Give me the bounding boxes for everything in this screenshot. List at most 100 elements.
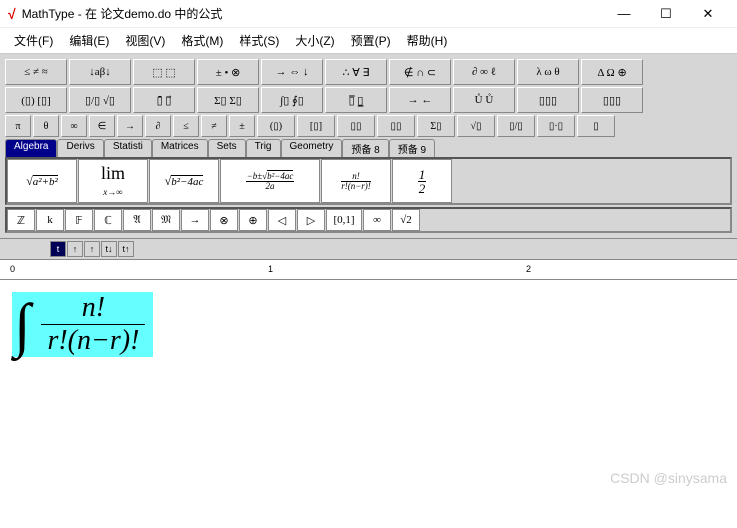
sym-pi[interactable]: π [5,115,31,137]
expr-quadratic[interactable]: −b±√b²−4ac2a [220,159,320,203]
mini-frakA[interactable]: 𝔄 [123,209,151,231]
integral-icon: ∫ [14,295,30,355]
tab-sets[interactable]: Sets [208,139,246,157]
tmpl-sqrtsmall[interactable]: √▯ [457,115,495,137]
tab-derivs[interactable]: Derivs [57,139,103,157]
tmpl-paren[interactable]: (▯) [257,115,295,137]
expr-one-half[interactable]: 12 [392,159,452,203]
sym-in[interactable]: ∈ [89,115,115,137]
tmpl-dot[interactable]: ▯·▯ [537,115,575,137]
tab-reserve-8[interactable]: 预备 8 [342,139,388,157]
palette-logic[interactable]: ∴ ∀ ∃ [325,59,387,85]
palette-greek-lc[interactable]: λ ω θ [517,59,579,85]
sym-theta[interactable]: θ [33,115,59,137]
mini-rtri[interactable]: ▷ [297,209,325,231]
menu-file[interactable]: 文件(F) [6,30,61,51]
sym-partial[interactable]: ∂ [145,115,171,137]
tmpl-integral[interactable]: ∫▯ ∮▯ [261,87,323,113]
menu-format[interactable]: 格式(M) [173,30,231,51]
tmpl-bars[interactable]: ▯̅ ▯̲ [325,87,387,113]
menu-style[interactable]: 样式(S) [231,30,287,51]
tab-geometry[interactable]: Geometry [281,139,343,157]
symbol-row-1: ≤ ≠ ≈ ↓aβ↓ ⬚ ⬚ ± • ⊗ → ⇔ ↓ ∴ ∀ ∃ ∉ ∩ ⊂ ∂… [5,59,732,85]
equation-fraction: n! r!(n−r)! [41,294,145,355]
palette-arrows[interactable]: → ⇔ ↓ [261,59,323,85]
sym-infty[interactable]: ∞ [61,115,87,137]
palette-greek-uc[interactable]: Δ Ω ⊕ [581,59,643,85]
mini-to[interactable]: → [181,209,209,231]
expression-shortcuts: √a²+b² limx→∞ √b²−4ac −b±√b²−4ac2a n!r!(… [5,157,732,205]
tmpl-products[interactable]: Ů Ů [453,87,515,113]
expr-discriminant[interactable]: √b²−4ac [149,159,219,203]
mini-F[interactable]: 𝔽 [65,209,93,231]
tmpl-frac-root[interactable]: ▯/▯ √▯ [69,87,131,113]
maximize-button[interactable]: ☐ [645,0,687,28]
symbol-toolbars: ≤ ≠ ≈ ↓aβ↓ ⬚ ⬚ ± • ⊗ → ⇔ ↓ ∴ ∀ ∃ ∉ ∩ ⊂ ∂… [0,54,737,239]
tabstop-1[interactable]: t [50,241,66,257]
mini-sqrt2[interactable]: √2 [392,209,420,231]
sym-to[interactable]: → [117,115,143,137]
tmpl-fracsmall[interactable]: ▯/▯ [497,115,535,137]
tmpl-arrows[interactable]: → ← [389,87,451,113]
app-logo-icon: √ [8,6,16,22]
tmpl-blank[interactable]: ▯ [577,115,615,137]
tmpl-slot2[interactable]: ▯▯ [377,115,415,137]
tmpl-slot1[interactable]: ▯▯ [337,115,375,137]
tmpl-sub-sup[interactable]: ▯̄ ▯⃗ [133,87,195,113]
sym-leq[interactable]: ≤ [173,115,199,137]
tmpl-sumsmall[interactable]: Σ▯ [417,115,455,137]
close-button[interactable]: ✕ [687,0,729,28]
palette-relations[interactable]: ≤ ≠ ≈ [5,59,67,85]
tabstop-4[interactable]: t↓ [101,241,117,257]
menu-bar: 文件(F) 编辑(E) 视图(V) 格式(M) 样式(S) 大小(Z) 预置(P… [0,28,737,54]
mini-interval[interactable]: [0,1] [326,209,362,231]
palette-spaces[interactable]: ↓aβ↓ [69,59,131,85]
mini-empty [421,209,730,231]
mini-otimes[interactable]: ⊗ [210,209,238,231]
menu-help[interactable]: 帮助(H) [399,30,456,51]
palette-misc[interactable]: ∂ ∞ ℓ [453,59,515,85]
palette-set[interactable]: ∉ ∩ ⊂ [389,59,451,85]
palette-operators[interactable]: ± • ⊗ [197,59,259,85]
mini-frakM[interactable]: 𝔐 [152,209,180,231]
title-bar: √ MathType - 在 论文demo.do 中的公式 ― ☐ ✕ [0,0,737,28]
tab-trig[interactable]: Trig [246,139,281,157]
sym-neq[interactable]: ≠ [201,115,227,137]
tab-reserve-9[interactable]: 预备 9 [389,139,435,157]
menu-view[interactable]: 视图(V) [117,30,173,51]
palette-embellish[interactable]: ⬚ ⬚ [133,59,195,85]
menu-edit[interactable]: 编辑(E) [61,30,117,51]
expr-limit[interactable]: limx→∞ [78,159,148,203]
equation-numerator: n! [41,294,145,325]
tab-algebra[interactable]: Algebra [5,139,57,157]
mini-C[interactable]: ℂ [94,209,122,231]
tmpl-bracket[interactable]: [▯] [297,115,335,137]
ruler[interactable]: 0 1 2 [0,260,737,280]
tab-matrices[interactable]: Matrices [152,139,208,157]
ruler-mark-2: 2 [526,264,531,274]
template-row-1: (▯) [▯] ▯/▯ √▯ ▯̄ ▯⃗ Σ▯ Σ▯ ∫▯ ∮▯ ▯̅ ▯̲ →… [5,87,732,113]
menu-prefs[interactable]: 预置(P) [343,30,399,51]
tmpl-fences[interactable]: (▯) [▯] [5,87,67,113]
mini-ltri[interactable]: ◁ [268,209,296,231]
expr-binomial[interactable]: n!r!(n−r)! [321,159,391,203]
ruler-mark-1: 1 [268,264,273,274]
tabstop-5[interactable]: t↑ [118,241,134,257]
minimize-button[interactable]: ― [603,0,645,28]
watermark: CSDN @sinysama [610,470,727,486]
tabstop-3[interactable]: ↑ [84,241,100,257]
tabstop-2[interactable]: ↑ [67,241,83,257]
equation-canvas[interactable]: ∫ n! r!(n−r)! CSDN @sinysama [0,280,737,490]
mini-oplus[interactable]: ⊕ [239,209,267,231]
tmpl-sum[interactable]: Σ▯ Σ▯ [197,87,259,113]
tab-statisti[interactable]: Statisti [104,139,152,157]
mini-k[interactable]: k [36,209,64,231]
tmpl-boxes[interactable]: ▯▯▯ [581,87,643,113]
menu-size[interactable]: 大小(Z) [287,30,342,51]
expr-pythagoras[interactable]: √a²+b² [7,159,77,203]
tmpl-matrix[interactable]: ▯▯▯ [517,87,579,113]
mini-infty[interactable]: ∞ [363,209,391,231]
sym-pm[interactable]: ± [229,115,255,137]
mini-Z[interactable]: ℤ [7,209,35,231]
equation-selection[interactable]: ∫ n! r!(n−r)! [12,292,153,357]
